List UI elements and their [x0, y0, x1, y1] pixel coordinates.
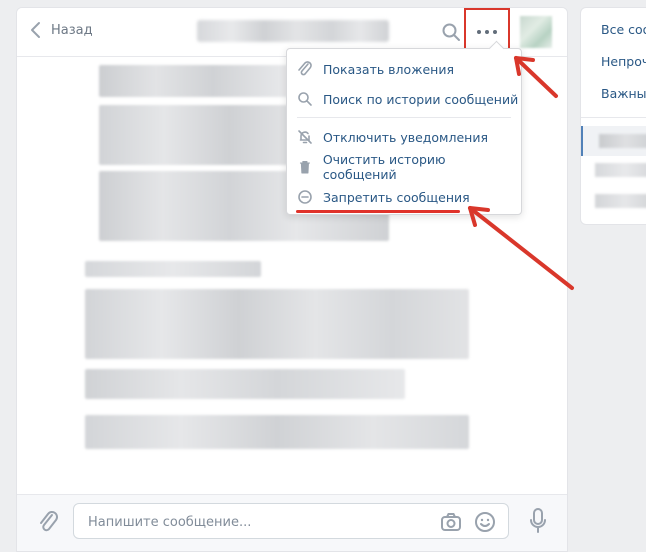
actions-dropdown-menu: Показать вложения Поиск по истории сообщ…	[286, 40, 522, 215]
blurred-message	[99, 65, 289, 97]
menu-item-search-history[interactable]: Поиск по истории сообщений	[287, 84, 521, 114]
blurred-message	[85, 369, 405, 399]
filter-important[interactable]: Важны	[601, 86, 646, 101]
message-input[interactable]	[86, 504, 430, 540]
filter-unread[interactable]: Непроч	[601, 54, 646, 69]
annotation-underline	[296, 210, 460, 213]
paperclip-icon[interactable]	[37, 509, 59, 535]
search-icon[interactable]	[441, 22, 461, 42]
menu-item-label: Очистить историю сообщений	[322, 152, 446, 182]
chevron-left-icon	[31, 22, 40, 38]
minus-circle-icon	[298, 190, 312, 204]
bell-off-icon	[298, 130, 312, 144]
menu-item-block-messages[interactable]: Запретить сообщения	[287, 182, 521, 212]
paperclip-icon	[298, 61, 312, 76]
blurred-message	[85, 415, 469, 449]
menu-item-label: Запретить сообщения	[323, 189, 470, 205]
message-input-box	[73, 503, 509, 540]
menu-divider	[297, 117, 511, 118]
menu-item-label: Поиск по истории сообщений	[323, 91, 519, 107]
blurred-message	[85, 261, 261, 277]
menu-item-show-attachments[interactable]: Показать вложения	[287, 54, 521, 84]
filter-all[interactable]: Все сооб	[601, 22, 646, 37]
menu-item-label: Отключить уведомления	[323, 129, 488, 145]
conversation-filters-panel: Все сооб Непроч Важны	[580, 7, 646, 225]
message-composer	[17, 494, 567, 551]
more-dot	[493, 30, 497, 34]
back-button[interactable]: Назад	[29, 21, 93, 39]
blurred-conversation-item[interactable]	[595, 194, 646, 208]
emoji-icon[interactable]	[474, 511, 496, 533]
search-icon	[298, 92, 312, 106]
blurred-conversation-item[interactable]	[595, 163, 646, 177]
filters-divider	[581, 117, 646, 118]
blurred-conversation-name	[599, 134, 646, 148]
conversation-title-blurred	[197, 20, 389, 42]
camera-icon[interactable]	[440, 512, 462, 532]
trash-icon	[299, 160, 310, 174]
more-dots-icon	[477, 30, 481, 34]
menu-item-clear-history[interactable]: Очистить историю сообщений	[287, 152, 521, 182]
menu-item-mute-notifications[interactable]: Отключить уведомления	[287, 122, 521, 152]
back-label: Назад	[51, 22, 93, 38]
more-dot	[485, 30, 489, 34]
microphone-icon[interactable]	[529, 507, 547, 535]
active-conversation-item[interactable]	[581, 126, 646, 156]
blurred-message	[85, 289, 469, 359]
menu-item-label: Показать вложения	[323, 61, 454, 77]
avatar[interactable]	[520, 16, 552, 48]
